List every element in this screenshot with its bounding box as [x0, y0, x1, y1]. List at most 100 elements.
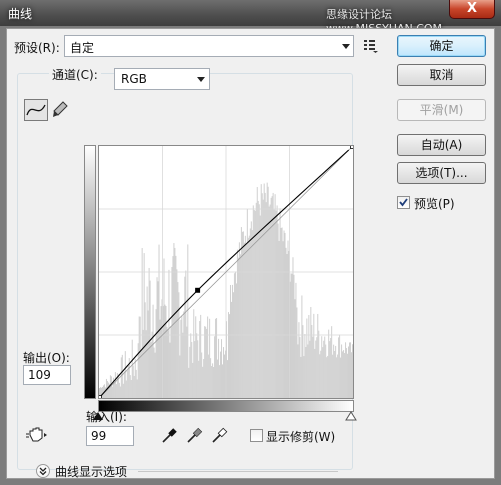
histogram-bar: [226, 360, 228, 398]
channel-dropdown[interactable]: RGB: [114, 68, 210, 90]
preview-checkbox[interactable]: [397, 196, 410, 209]
histogram-bar: [199, 321, 201, 398]
histogram-bar: [208, 354, 210, 398]
histogram-bar: [163, 258, 165, 398]
histogram-bar: [131, 339, 133, 398]
preview-label[interactable]: 预览(P): [414, 195, 455, 212]
histogram-bar: [298, 322, 300, 398]
on-image-adjust-icon[interactable]: [26, 426, 48, 444]
histogram-bar: [302, 325, 304, 398]
histogram-bar: [200, 314, 202, 398]
curve-endpoint-end[interactable]: [350, 145, 354, 149]
histogram-bar: [252, 205, 254, 398]
options-button[interactable]: 选项(T)...: [397, 162, 486, 184]
curve-point-tool-icon[interactable]: [24, 99, 48, 121]
histogram-bar: [317, 313, 319, 398]
histogram-bar: [165, 306, 167, 398]
pencil-tool-icon[interactable]: [51, 100, 69, 120]
histogram-bar: [228, 314, 230, 398]
histogram-bar: [160, 306, 162, 398]
show-clipping-checkbox[interactable]: [250, 429, 263, 442]
histogram-bar: [148, 267, 150, 398]
input-gradient-bar: [98, 400, 354, 412]
histogram-bar: [229, 284, 231, 398]
curve-graph[interactable]: [98, 145, 354, 399]
histogram-bar: [196, 333, 198, 398]
preset-dropdown[interactable]: 自定: [64, 35, 354, 57]
histogram-bar: [152, 304, 154, 398]
histogram-bar: [151, 331, 153, 398]
histogram-bar: [291, 273, 293, 398]
histogram-bar: [198, 360, 200, 398]
curve-control-point[interactable]: [195, 287, 201, 293]
histogram-bar: [170, 326, 172, 398]
cancel-button[interactable]: 取消: [397, 64, 486, 86]
histogram-bar: [332, 354, 334, 398]
black-point-eyedropper-icon[interactable]: [160, 427, 178, 445]
histogram-bar: [305, 347, 307, 398]
histogram-bar: [296, 307, 298, 398]
histogram-bar: [264, 192, 266, 398]
histogram-bar: [329, 341, 331, 398]
preset-options-icon[interactable]: [363, 39, 379, 53]
histogram-bar: [178, 292, 180, 398]
histogram-bar: [218, 338, 220, 398]
histogram-bar: [209, 318, 211, 398]
histogram-bar: [257, 200, 259, 398]
input-field[interactable]: 99: [86, 426, 134, 446]
histogram-bar: [132, 365, 134, 398]
histogram-bar: [330, 338, 332, 398]
histogram-bar: [328, 329, 330, 398]
histogram-bar: [105, 378, 107, 398]
histogram-bar: [185, 270, 187, 398]
histogram-bar: [239, 254, 241, 398]
histogram-bar: [238, 242, 240, 398]
histogram-bar: [275, 210, 277, 398]
histogram-bar: [143, 253, 145, 398]
histogram-bar: [134, 358, 136, 398]
histogram-bar: [156, 277, 158, 398]
histogram-bar: [147, 310, 149, 398]
white-point-slider-icon[interactable]: [345, 411, 357, 421]
histogram-bar: [304, 334, 306, 398]
histogram-bar: [350, 342, 352, 398]
white-point-eyedropper-icon[interactable]: [210, 427, 228, 445]
histogram-bar: [230, 301, 232, 398]
histogram-bar: [246, 208, 248, 398]
histogram-bar: [130, 379, 132, 398]
close-button[interactable]: X: [449, 0, 495, 19]
histogram-bar: [150, 342, 152, 398]
histogram-bar: [283, 230, 285, 398]
curve-endpoint-start[interactable]: [98, 395, 102, 399]
ok-button[interactable]: 确定: [397, 35, 486, 57]
output-gradient-bar: [84, 145, 96, 399]
histogram-bar: [141, 248, 143, 398]
histogram-bar: [233, 273, 235, 398]
histogram-bar: [268, 206, 270, 398]
show-clipping-label[interactable]: 显示修剪(W): [266, 428, 335, 445]
histogram-bar: [250, 221, 252, 398]
expand-chevron-icon[interactable]: [36, 464, 50, 478]
histogram-bar: [203, 359, 205, 398]
histogram-bar: [182, 332, 184, 398]
title-bar[interactable]: 曲线 思缘设计论坛 www.MISSYUAN.COM X: [0, 0, 501, 35]
histogram-bar: [254, 210, 256, 398]
histogram-bar: [251, 230, 253, 398]
histogram-bar: [120, 357, 122, 398]
histogram-bar: [232, 292, 234, 398]
histogram-bar: [273, 209, 275, 398]
histogram-bar: [111, 386, 113, 398]
auto-button[interactable]: 自动(A): [397, 134, 486, 156]
curve-display-options-label[interactable]: 曲线显示选项: [55, 463, 127, 480]
histogram-bar: [121, 354, 123, 398]
histogram-bar: [312, 336, 314, 398]
histogram-bar: [213, 366, 215, 398]
smooth-button[interactable]: 平滑(M): [397, 99, 486, 121]
gray-point-eyedropper-icon[interactable]: [185, 427, 203, 445]
histogram-bar: [133, 375, 135, 398]
histogram-bar: [115, 384, 117, 398]
output-field[interactable]: 109: [23, 365, 71, 385]
histogram-bar: [176, 269, 178, 398]
histogram-bar: [173, 243, 175, 398]
histogram-bar: [114, 372, 116, 398]
